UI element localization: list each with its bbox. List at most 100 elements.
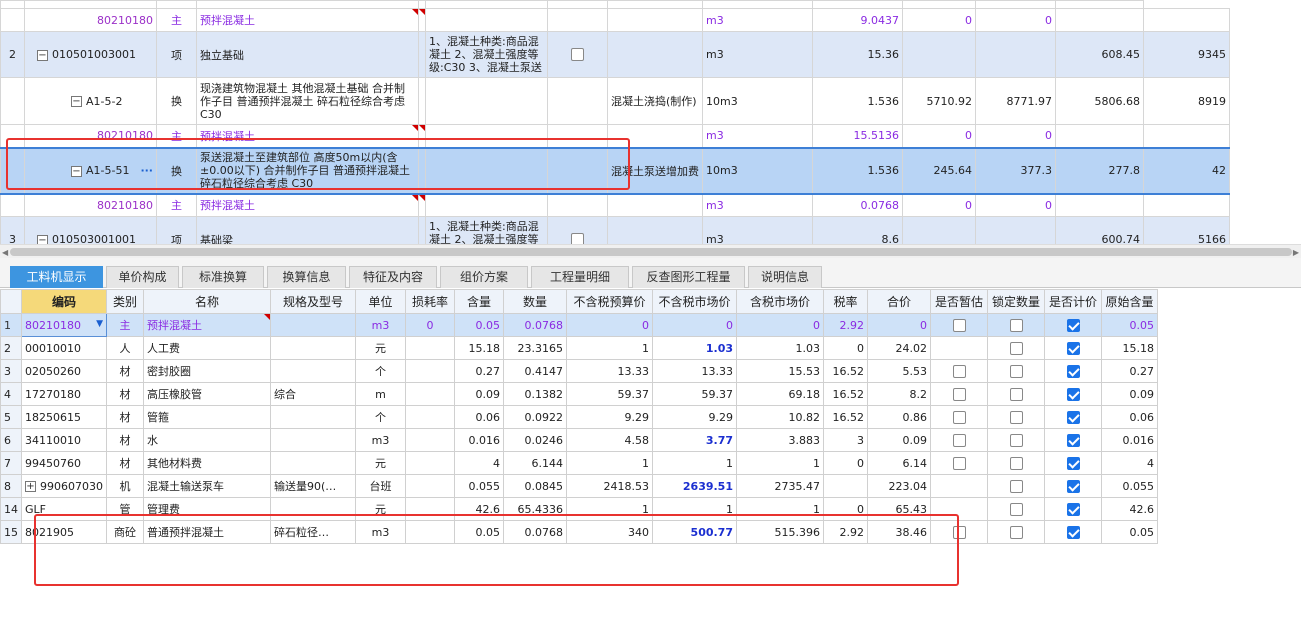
cell-total[interactable]: 0.86 [867, 405, 931, 429]
cell-code[interactable]: 17270180 [21, 382, 107, 406]
upper-row[interactable]: − A1-5-2 换现浇建筑物混凝土 其他混凝土基础 合并制作子目 普通预拌混凝土 … [0, 77, 1230, 125]
cell-name[interactable]: 普通预拌混凝土 [143, 520, 271, 544]
cell-content[interactable]: 0.055 [454, 474, 504, 498]
cell-market_tax[interactable]: 1 [736, 451, 824, 475]
cell-total[interactable]: 65.43 [867, 497, 931, 521]
upper-code-cell[interactable]: 80210180 [24, 193, 157, 217]
lock-checkbox[interactable] [1009, 387, 1023, 401]
upper-name[interactable]: 预拌混凝土 [196, 8, 419, 32]
cell-spec[interactable] [270, 451, 356, 475]
lock-checkbox[interactable] [1009, 525, 1023, 539]
estimate-checkbox[interactable] [952, 318, 966, 332]
cell-budget[interactable]: 9.29 [566, 405, 653, 429]
cell-loss[interactable] [405, 405, 455, 429]
lock-checkbox[interactable] [1009, 318, 1023, 332]
cell-qty[interactable]: 0.4147 [503, 359, 567, 383]
estimate-checkbox[interactable] [571, 233, 584, 244]
scroll-left-icon[interactable]: ◀ [2, 248, 8, 257]
upper-code-cell[interactable]: − A1-5-2 [24, 77, 157, 125]
priced-checkbox[interactable] [1066, 387, 1080, 401]
cell-loss[interactable] [405, 451, 455, 475]
estimate-checkbox[interactable] [571, 48, 584, 62]
cell-unit[interactable]: 个 [355, 359, 406, 383]
cell-code[interactable]: 18250615 [21, 405, 107, 429]
tab-6[interactable]: 组价方案 [440, 266, 528, 288]
tab-5[interactable]: 特征及内容 [349, 266, 437, 288]
upper-code-cell[interactable]: −010503001001 [24, 216, 157, 244]
cell-cat[interactable]: 材 [106, 428, 144, 452]
lock-cell[interactable] [987, 382, 1045, 406]
column-header[interactable]: 编码 [21, 289, 107, 314]
priced-checkbox[interactable] [1066, 410, 1080, 424]
estimate-cell[interactable] [930, 359, 988, 383]
estimate-cell[interactable] [930, 428, 988, 452]
more-icon[interactable]: ··· [140, 164, 153, 177]
lock-cell[interactable] [987, 497, 1045, 521]
cell-tax[interactable]: 0 [823, 451, 868, 475]
estimate-cell[interactable] [930, 382, 988, 406]
upper-flag[interactable] [547, 216, 608, 244]
cell-spec[interactable] [270, 313, 356, 337]
cell-cat[interactable]: 管 [106, 497, 144, 521]
cell-market[interactable]: 1.03 [652, 336, 737, 360]
cell-cat[interactable]: 主 [106, 313, 144, 337]
cell-budget[interactable]: 2418.53 [566, 474, 653, 498]
scroll-right-icon[interactable]: ▶ [1293, 248, 1299, 257]
resource-row[interactable]: 4 17270180 材高压橡胶管 综合 m 0.09 0.1382 59.37 59.37 69… [0, 382, 1158, 406]
cell-unit[interactable]: 台班 [355, 474, 406, 498]
cell-code[interactable]: 8021905 [21, 520, 107, 544]
upper-feature[interactable] [425, 8, 548, 32]
cell-content[interactable]: 4 [454, 451, 504, 475]
priced-cell[interactable] [1044, 497, 1102, 521]
cell-qty[interactable]: 0.0845 [503, 474, 567, 498]
cell-market[interactable]: 2639.51 [652, 474, 737, 498]
estimate-cell[interactable] [930, 451, 988, 475]
upper-feature[interactable] [425, 146, 548, 195]
column-header[interactable]: 名称 [143, 289, 271, 314]
cell-code[interactable]: +990607030 [21, 474, 107, 498]
cell-market_tax[interactable]: 0 [736, 313, 824, 337]
resource-row[interactable]: 15 8021905 商砼 普通预拌混凝土 碎石粒径… m3 0.05 0.0768 340 50… [0, 520, 1158, 544]
cell-content[interactable]: 42.6 [454, 497, 504, 521]
upper-flag[interactable] [547, 77, 608, 125]
cell-content[interactable]: 15.18 [454, 336, 504, 360]
cell-total[interactable]: 223.04 [867, 474, 931, 498]
cell-cat[interactable]: 材 [106, 382, 144, 406]
cell-market_tax[interactable]: 1.03 [736, 336, 824, 360]
cell-budget[interactable]: 340 [566, 520, 653, 544]
cell-name[interactable]: 高压橡胶管 [143, 382, 271, 406]
cell-spec[interactable] [270, 405, 356, 429]
lock-cell[interactable] [987, 359, 1045, 383]
priced-cell[interactable] [1044, 474, 1102, 498]
cell-budget[interactable]: 1 [566, 451, 653, 475]
cell-market_tax[interactable]: 1 [736, 497, 824, 521]
cell-tax[interactable]: 0 [823, 336, 868, 360]
cell-qty[interactable]: 0.0922 [503, 405, 567, 429]
cell-spec[interactable] [270, 336, 356, 360]
cell-loss[interactable]: 0 [405, 313, 455, 337]
cell-budget[interactable]: 13.33 [566, 359, 653, 383]
cell-name[interactable]: 混凝土输送泵车 [143, 474, 271, 498]
estimate-checkbox[interactable] [952, 433, 966, 447]
cell-total[interactable]: 8.2 [867, 382, 931, 406]
upper-name[interactable]: 独立基础 [196, 31, 419, 78]
lock-checkbox[interactable] [1009, 456, 1023, 470]
cell-name[interactable]: 其他材料费 [143, 451, 271, 475]
cell-name[interactable]: 管理费 [143, 497, 271, 521]
cell-spec[interactable]: 碎石粒径… [270, 520, 356, 544]
upper-name[interactable]: 泵送混凝土至建筑部位 高度50m以内(含±0.00以下) 合并制作子目 普通预拌… [196, 146, 419, 195]
upper-flag[interactable] [547, 31, 608, 78]
cell-budget[interactable]: 1 [566, 336, 653, 360]
cell-total[interactable]: 6.14 [867, 451, 931, 475]
lock-cell[interactable] [987, 336, 1045, 360]
cell-cat[interactable]: 人 [106, 336, 144, 360]
cell-total[interactable]: 0 [867, 313, 931, 337]
cell-cat[interactable]: 商砼 [106, 520, 144, 544]
priced-cell[interactable] [1044, 336, 1102, 360]
priced-cell[interactable] [1044, 382, 1102, 406]
cell-market[interactable]: 13.33 [652, 359, 737, 383]
collapse-icon[interactable]: − [71, 96, 82, 107]
cell-unit[interactable]: m3 [355, 428, 406, 452]
priced-checkbox[interactable] [1066, 318, 1080, 332]
cell-tax[interactable] [823, 474, 868, 498]
